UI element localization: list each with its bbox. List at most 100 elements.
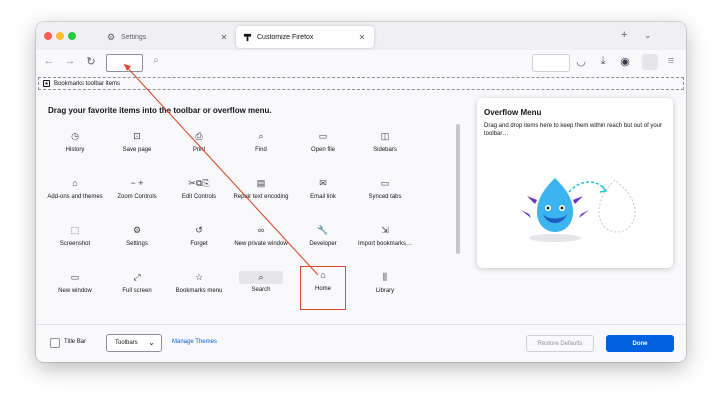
tab-title: Customize Firefox xyxy=(257,33,314,41)
palette-item-new-window[interactable]: ▭ New window xyxy=(46,271,104,311)
palette-item-history[interactable]: ◷ History xyxy=(46,130,104,170)
bookmark-item-icon: ★ xyxy=(43,80,50,87)
forward-icon[interactable]: → xyxy=(63,55,77,67)
palette-item-home[interactable]: ⌂ Home xyxy=(300,266,346,310)
fullscreen-icon: ⤢ xyxy=(133,272,141,283)
chevron-down-icon: ⌄ xyxy=(148,338,155,347)
palette-item-find[interactable]: ⌕ Find xyxy=(232,130,290,170)
palette-item-label: Save page xyxy=(122,147,152,153)
palette-item-label: Search xyxy=(251,287,271,293)
private-window-icon: ∞ xyxy=(257,225,265,236)
palette-item-import-bookmarks[interactable]: ⇲ Import bookmarks… xyxy=(356,224,414,264)
done-button[interactable]: Done xyxy=(606,335,674,352)
email-icon: ✉ xyxy=(319,178,327,189)
extensions-placeholder[interactable] xyxy=(642,54,658,70)
close-window-button[interactable] xyxy=(44,32,52,40)
customize-icon xyxy=(242,32,252,42)
close-tab-icon[interactable]: ✕ xyxy=(356,33,368,42)
back-icon[interactable]: ← xyxy=(42,55,56,67)
maximize-window-button[interactable] xyxy=(68,32,76,40)
synced-tabs-icon: ▭ xyxy=(380,178,390,189)
customize-content: Drag your favorite items into the toolba… xyxy=(36,92,686,324)
home-icon: ⌂ xyxy=(320,270,326,281)
palette-item-label: Sidebars xyxy=(373,147,397,153)
palette-item-label: Find xyxy=(255,147,267,153)
addons-icon: ⌂ xyxy=(72,178,78,189)
palette-item-label: New window xyxy=(58,288,92,294)
palette-item-zoom-controls[interactable]: − + Zoom Controls xyxy=(108,177,166,217)
palette-item-bookmarks-menu[interactable]: ☆ Bookmarks menu xyxy=(170,271,228,311)
palette-item-label: Zoom Controls xyxy=(117,194,157,200)
close-tab-icon[interactable]: ✕ xyxy=(218,33,230,42)
history-icon: ◷ xyxy=(71,131,79,142)
pocket-icon[interactable]: ◡ xyxy=(574,55,588,68)
zoom-icon: − + xyxy=(130,178,144,189)
palette-item-forget[interactable]: ↺ Forget xyxy=(170,224,228,264)
palette-item-synced-tabs[interactable]: ▭ Synced tabs xyxy=(356,177,414,217)
tab-strip: ⚙ Settings ✕ Customize Firefox ✕ + ⌄ xyxy=(36,22,686,50)
palette-item-label: Settings xyxy=(126,241,148,247)
palette-item-open-file[interactable]: ▭ Open file xyxy=(294,130,352,170)
palette-item-label: New private window xyxy=(234,241,288,247)
overflow-menu-panel[interactable]: Overflow Menu Drag and drop items here t… xyxy=(477,98,673,268)
palette-item-search[interactable]: ⌕ Search xyxy=(232,271,290,311)
palette-item-label: Developer xyxy=(309,241,337,247)
palette-item-label: Synced tabs xyxy=(368,194,402,200)
palette-item-full-screen[interactable]: ⤢ Full screen xyxy=(108,271,166,311)
new-window-icon: ▭ xyxy=(70,272,80,283)
new-tab-icon[interactable]: + xyxy=(621,29,627,41)
tab-customize-firefox[interactable]: Customize Firefox ✕ xyxy=(236,26,374,48)
palette-item-label: Full screen xyxy=(122,288,152,294)
palette-item-email-link[interactable]: ✉ Email link xyxy=(294,177,352,217)
palette-item-label: Bookmarks menu xyxy=(175,288,223,294)
edit-controls-icon: ✂⧉⎘ xyxy=(188,178,210,189)
palette-scrollbar[interactable] xyxy=(456,124,460,254)
toolbar-drop-target[interactable] xyxy=(106,54,143,72)
chevron-down-icon[interactable]: ⌄ xyxy=(644,30,652,41)
import-icon: ⇲ xyxy=(381,225,389,236)
overflow-description: Drag and drop items here to keep them wi… xyxy=(484,123,663,138)
minimize-window-button[interactable] xyxy=(56,32,64,40)
palette-item-new-private-window[interactable]: ∞ New private window xyxy=(232,224,290,264)
menu-icon[interactable]: ≡ xyxy=(664,55,678,67)
flexible-space[interactable] xyxy=(532,54,570,72)
palette-item-screenshot[interactable]: ⬚ Screenshot xyxy=(46,224,104,264)
search-icon: ⌕ xyxy=(153,55,159,66)
settings-icon: ⚙ xyxy=(132,225,142,236)
developer-icon: 🔧 xyxy=(317,225,329,236)
palette-item-edit-controls[interactable]: ✂⧉⎘ Edit Controls xyxy=(170,177,228,217)
palette-item-label: Edit Controls xyxy=(181,194,217,200)
overflow-illustration xyxy=(521,178,636,242)
palette-item-developer[interactable]: 🔧 Developer xyxy=(294,224,352,264)
toolbars-label: Toolbars xyxy=(115,340,138,346)
palette-item-label: Forget xyxy=(190,241,208,247)
palette-item-label: Import bookmarks… xyxy=(357,241,412,247)
bookmarks-menu-icon: ☆ xyxy=(194,272,204,283)
palette-item-label: Home xyxy=(314,286,331,292)
restore-defaults-button[interactable]: Restore Defaults xyxy=(526,335,594,352)
account-icon[interactable]: ◉ xyxy=(618,55,632,68)
palette-item-repair-text-encoding[interactable]: ▤ Repair text encoding xyxy=(232,177,290,217)
palette-item-save-page[interactable]: ⊡ Save page xyxy=(108,130,166,170)
overflow-title: Overflow Menu xyxy=(484,108,542,117)
palette-item-label: History xyxy=(65,147,85,153)
screenshot-icon: ⬚ xyxy=(70,225,80,236)
palette-item-print[interactable]: ⎙ Print xyxy=(170,130,228,170)
title-bar-label: Title Bar xyxy=(64,339,87,345)
palette-item-label: Open file xyxy=(310,147,335,153)
palette-item-label: Print xyxy=(192,147,206,153)
manage-themes-link[interactable]: Manage Themes xyxy=(172,339,217,345)
palette-item-sidebars[interactable]: ◫ Sidebars xyxy=(356,130,414,170)
palette-item-settings[interactable]: ⚙ Settings xyxy=(108,224,166,264)
palette-item-library[interactable]: ⫼ Library xyxy=(356,271,414,311)
palette-item-add-ons-and-themes[interactable]: ⌂ Add-ons and themes xyxy=(46,177,104,217)
tab-settings[interactable]: ⚙ Settings ✕ xyxy=(100,26,236,48)
palette-item-label: Screenshot xyxy=(59,241,91,247)
reload-icon[interactable]: ↻ xyxy=(84,55,98,68)
find-icon: ⌕ xyxy=(258,131,264,142)
toolbars-dropdown[interactable]: Toolbars ⌄ xyxy=(106,334,162,352)
bookmarks-toolbar-label: Bookmarks toolbar items xyxy=(54,80,121,87)
title-bar-checkbox[interactable] xyxy=(50,338,60,348)
bookmarks-toolbar[interactable]: ★ Bookmarks toolbar items xyxy=(38,77,684,90)
downloads-icon[interactable]: ⤓ xyxy=(596,55,610,68)
